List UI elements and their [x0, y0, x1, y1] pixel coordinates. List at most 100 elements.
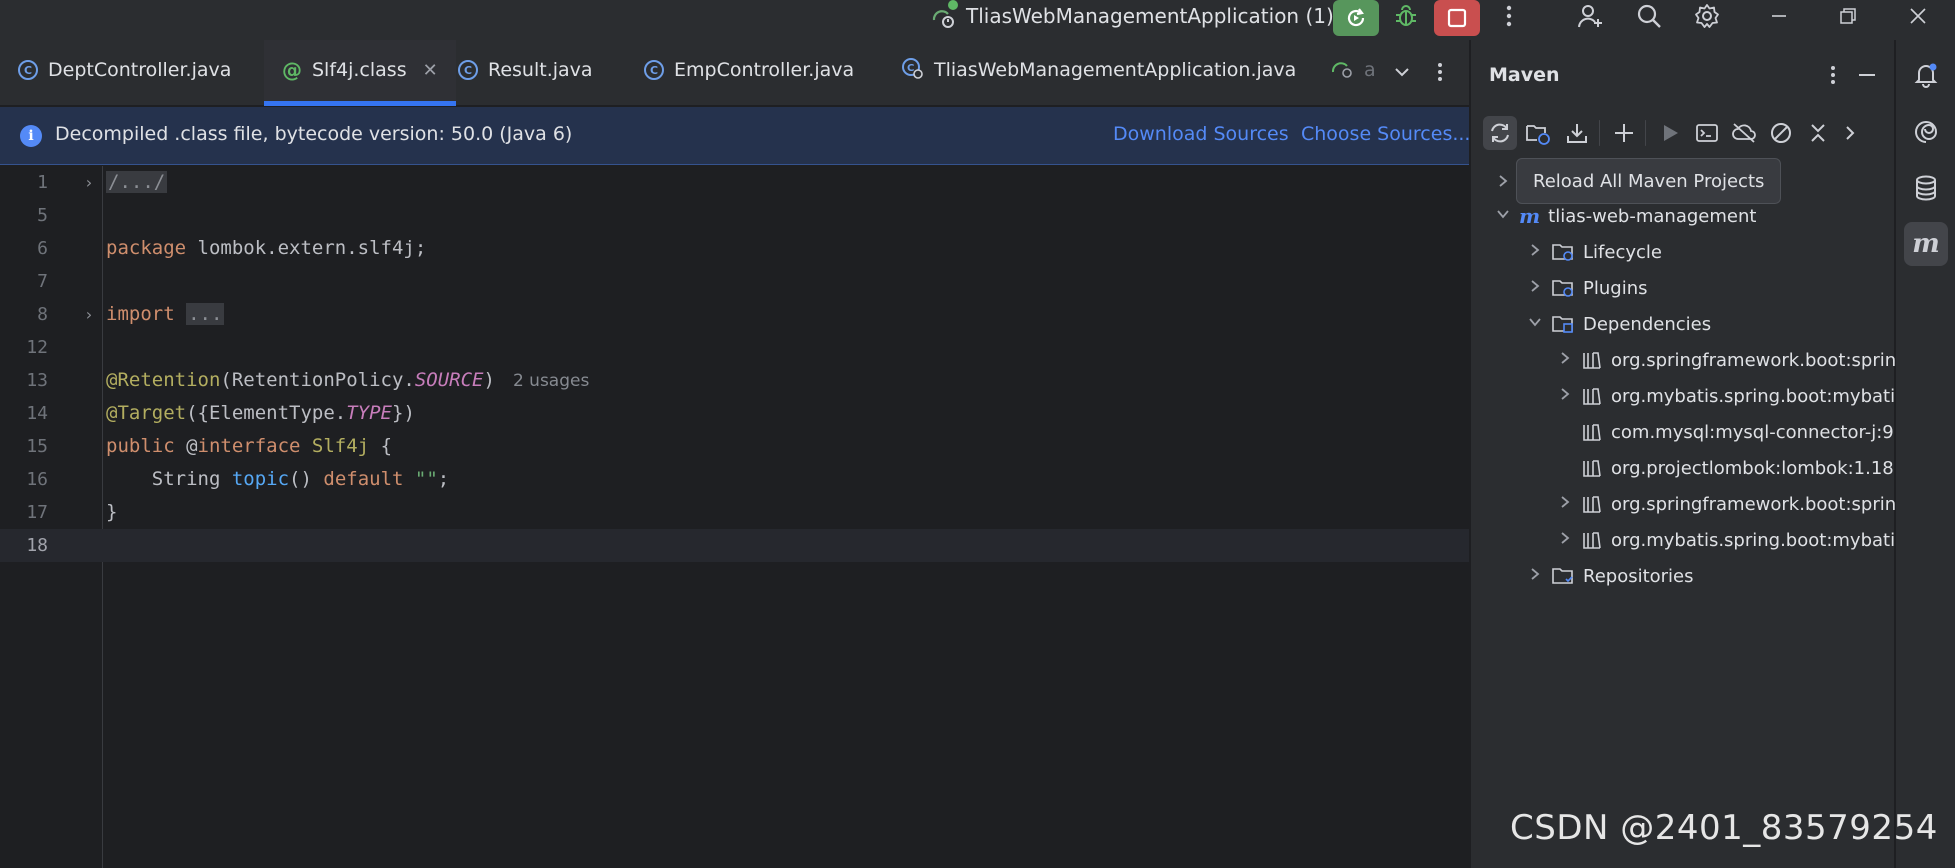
- tab-dept-controller[interactable]: C DeptController.java: [0, 40, 249, 106]
- tree-row-repositories[interactable]: Repositories: [1527, 561, 1694, 591]
- code-line: 13 @Retention(RetentionPolicy.SOURCE) 2 u…: [0, 364, 1469, 397]
- tree-row-dependency[interactable]: org.projectlombok:lombok:1.18.3: [1557, 453, 1895, 483]
- toggle-offline-mode-button[interactable]: [1727, 116, 1761, 150]
- download-icon: [1567, 124, 1587, 143]
- ai-assistant-button[interactable]: [1904, 110, 1948, 154]
- dependencies-folder-icon: [1552, 316, 1573, 333]
- tree-row-dependency[interactable]: org.springframework.boot:spring-: [1557, 345, 1895, 375]
- toolbar-separator: [1599, 120, 1600, 146]
- tab-emp-controller[interactable]: C EmpController.java: [626, 40, 872, 106]
- rerun-icon: [1347, 8, 1365, 27]
- chevron-down-icon[interactable]: [1495, 208, 1511, 224]
- restore-icon: [1840, 8, 1856, 24]
- tree-row-dependency[interactable]: org.springframework.boot:spring-: [1557, 489, 1895, 519]
- tab-tlias-web-management-application[interactable]: C TliasWebManagementApplication.java: [882, 40, 1314, 106]
- stop-button[interactable]: [1434, 0, 1480, 36]
- debug-button[interactable]: [1386, 0, 1426, 32]
- minimize-window-button[interactable]: [1759, 0, 1799, 32]
- download-sources-link[interactable]: Download Sources: [1113, 123, 1289, 145]
- tab-result[interactable]: C Result.java: [440, 40, 611, 106]
- download-sources-button[interactable]: [1560, 116, 1594, 150]
- maven-project-icon: m: [1519, 204, 1541, 228]
- chevron-right-icon[interactable]: [1557, 531, 1573, 549]
- class-icon: C: [18, 60, 38, 80]
- collapse-all-icon: [1811, 124, 1825, 142]
- tree-row-dependencies[interactable]: Dependencies: [1527, 309, 1711, 339]
- more-toolbar-actions-button[interactable]: [1833, 116, 1867, 150]
- tab-actions-button[interactable]: [1420, 56, 1460, 88]
- chevron-down-icon[interactable]: [1527, 316, 1543, 332]
- code-line: 14 @Target({ElementType.TYPE}): [0, 397, 1469, 430]
- tab-label: Result.java: [488, 59, 593, 81]
- settings-button[interactable]: [1687, 0, 1727, 32]
- chevron-right-icon[interactable]: [1495, 174, 1511, 192]
- skip-tests-button[interactable]: [1764, 116, 1798, 150]
- code-line: 6 package lombok.extern.slf4j;: [0, 232, 1469, 265]
- choose-sources-link[interactable]: Choose Sources...: [1301, 123, 1470, 145]
- more-actions-button[interactable]: [1489, 0, 1529, 32]
- tab-slf4j-class[interactable]: @ Slf4j.class ✕: [264, 40, 456, 106]
- folded-imports[interactable]: ...: [186, 303, 225, 325]
- dependency-label: org.projectlombok:lombok:1.18.3: [1611, 457, 1895, 479]
- tree-row-dependency[interactable]: org.mybatis.spring.boot:mybatis-: [1557, 525, 1895, 555]
- code-line: 8 › import ...: [0, 298, 1469, 331]
- tree-row-hidden-root[interactable]: [1495, 168, 1511, 198]
- run-configuration-selector[interactable]: TliasWebManagementApplication (1): [930, 0, 1358, 32]
- dependency-label: org.springframework.boot:spring-: [1611, 493, 1895, 515]
- execute-maven-goal-button[interactable]: [1690, 116, 1724, 150]
- chevron-right-icon[interactable]: ›: [84, 166, 94, 199]
- database-button[interactable]: [1904, 166, 1948, 210]
- chevron-right-icon[interactable]: [1527, 279, 1543, 297]
- generate-sources-button[interactable]: [1521, 116, 1555, 150]
- show-hidden-tabs-button[interactable]: [1382, 56, 1422, 88]
- spring-boot-class-icon: [1330, 56, 1354, 85]
- right-tool-strip: m: [1895, 40, 1955, 868]
- add-maven-project-button[interactable]: [1607, 116, 1641, 150]
- tree-row-dependency[interactable]: com.mysql:mysql-connector-j:9.1.: [1557, 417, 1895, 447]
- tab-label: DeptController.java: [48, 59, 232, 81]
- tree-row-lifecycle[interactable]: Lifecycle: [1527, 237, 1662, 267]
- code-line: 12: [0, 331, 1469, 364]
- folded-header[interactable]: /.../: [106, 171, 168, 193]
- chevron-right-icon[interactable]: ›: [84, 298, 94, 331]
- restore-window-button[interactable]: [1828, 0, 1868, 32]
- run-config-label: TliasWebManagementApplication (1): [966, 4, 1334, 28]
- reload-all-maven-projects-button[interactable]: [1483, 116, 1517, 150]
- tree-row-dependency[interactable]: org.mybatis.spring.boot:mybatis-: [1557, 381, 1895, 411]
- plugins-label: Plugins: [1583, 277, 1648, 299]
- collapse-all-button[interactable]: [1801, 116, 1835, 150]
- library-icon: [1583, 388, 1601, 405]
- bug-icon: [1396, 5, 1416, 26]
- toolbar-separator: [1645, 120, 1646, 146]
- dependency-label: org.mybatis.spring.boot:mybatis-: [1611, 529, 1895, 551]
- line-number: 13: [26, 370, 48, 391]
- reload-icon: [1491, 123, 1509, 143]
- library-icon: [1583, 424, 1601, 441]
- close-tab-icon[interactable]: ✕: [423, 60, 438, 81]
- chevron-right-icon[interactable]: [1557, 387, 1573, 405]
- search-everywhere-button[interactable]: [1629, 0, 1669, 32]
- notifications-button[interactable]: [1904, 52, 1948, 96]
- line-number: 7: [37, 271, 48, 292]
- hide-tool-window-button[interactable]: [1854, 62, 1880, 88]
- line-number: 17: [26, 502, 48, 523]
- tab-label: Slf4j.class: [312, 59, 407, 81]
- code-editor[interactable]: 1 › /.../ 5 6 package lombok.extern.slf4…: [0, 166, 1469, 868]
- chevron-right-icon[interactable]: [1557, 495, 1573, 513]
- tree-row-plugins[interactable]: Plugins: [1527, 273, 1647, 303]
- chevron-right-icon[interactable]: [1557, 351, 1573, 369]
- run-maven-build-button[interactable]: [1653, 116, 1687, 150]
- class-icon: C: [458, 60, 478, 80]
- search-icon: [1637, 4, 1661, 28]
- rerun-button[interactable]: [1333, 0, 1379, 36]
- plugins-folder-icon: [1552, 280, 1573, 297]
- close-window-button[interactable]: [1898, 0, 1938, 32]
- chevron-right-icon[interactable]: [1527, 567, 1543, 585]
- maven-options-button[interactable]: [1820, 62, 1846, 88]
- line-number: 8: [37, 304, 48, 325]
- code-with-me-button[interactable]: [1570, 0, 1610, 32]
- maven-tool-button[interactable]: m: [1904, 222, 1948, 266]
- usages-inlay-hint[interactable]: 2 usages: [513, 371, 589, 391]
- tree-row-project[interactable]: m tlias-web-management: [1495, 201, 1756, 231]
- chevron-right-icon[interactable]: [1527, 243, 1543, 261]
